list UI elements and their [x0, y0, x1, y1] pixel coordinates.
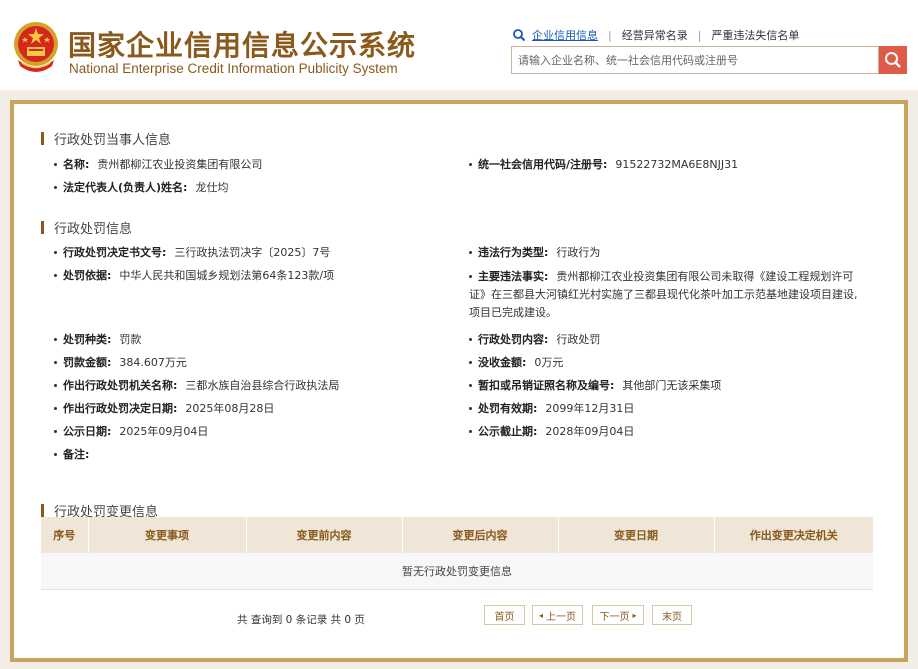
site-header: 国家企业信用信息公示系统 National Enterprise Credit … [0, 0, 918, 90]
nav-blacklist[interactable]: 严重违法失信名单 [711, 27, 799, 43]
field-label: 法定代表人(负责人)姓名: [63, 181, 188, 194]
nav-divider: | [697, 28, 702, 42]
field-label: 违法行为类型: [478, 246, 549, 259]
chevron-left-icon: ◂ [538, 610, 543, 620]
field-legal-rep: 法定代表人(负责人)姓名: 龙仕均 [54, 180, 228, 196]
column-header: 变更后内容 [402, 517, 559, 553]
field-value: 贵州都柳江农业投资集团有限公司 [97, 158, 263, 171]
nav-enterprise-credit[interactable]: 企业信用信息 [532, 27, 598, 43]
field-label: 作出行政处罚机关名称: [63, 379, 178, 392]
field-label: 处罚依据: [63, 269, 112, 282]
field-decision-date: 作出行政处罚决定日期: 2025年08月28日 [54, 401, 274, 417]
field-value: 中华人民共和国城乡规划法第64条123款/项 [119, 269, 335, 282]
field-label: 行政处罚决定书文号: [63, 246, 167, 259]
site-subtitle: National Enterprise Credit Information P… [69, 61, 398, 76]
section-party-title: 行政处罚当事人信息 [41, 129, 171, 148]
field-penalty-basis: 处罚依据: 中华人民共和国城乡规划法第64条123款/项 [54, 268, 334, 284]
field-violation-type: 违法行为类型: 行政行为 [469, 245, 600, 261]
last-page-button[interactable]: 末页 [652, 605, 692, 625]
field-value: 0万元 [534, 356, 564, 369]
field-label: 名称: [63, 158, 90, 171]
column-header: 作出变更决定机关 [714, 517, 873, 553]
field-label: 公示日期: [63, 425, 112, 438]
field-fine-amount: 罚款金额: 384.607万元 [54, 355, 187, 371]
prev-page-label: 上一页 [546, 611, 576, 623]
section-title-text: 行政处罚信息 [54, 222, 133, 237]
search-input[interactable] [511, 46, 879, 74]
next-page-label: 下一页 [599, 611, 630, 623]
field-value: 2028年09月04日 [545, 425, 635, 438]
column-header: 序号 [41, 517, 89, 553]
field-value: 三都水族自治县综合行政执法局 [185, 379, 340, 392]
field-label: 暂扣或吊销证照名称及编号: [478, 379, 615, 392]
search-icon [513, 29, 526, 42]
nav-divider: | [608, 28, 612, 42]
site-title: 国家企业信用信息公示系统 [68, 29, 417, 62]
field-value: 384.607万元 [119, 356, 187, 369]
field-penalty-content: 行政处罚内容: 行政处罚 [469, 332, 600, 348]
pager-info: 共 查询到 0 条记录 共 0 页 [237, 614, 365, 626]
table-row: 暂无行政处罚变更信息 [41, 553, 873, 590]
field-value: 行政处罚 [556, 333, 601, 346]
field-label: 公示截止期: [478, 425, 538, 438]
field-label: 处罚有效期: [478, 402, 538, 415]
field-credit-code: 统一社会信用代码/注册号: 91522732MA6E8NJJ31 [469, 157, 738, 173]
section-bar [41, 132, 44, 145]
field-value: 龙仕均 [195, 181, 229, 194]
field-label: 主要违法事实: [478, 270, 549, 283]
field-value: 2025年08月28日 [185, 402, 275, 415]
field-license-suspension: 暂扣或吊销证照名称及编号: 其他部门无该采集项 [469, 378, 721, 394]
prev-page-button[interactable]: ◂ 上一页 [532, 605, 583, 625]
chevron-right-icon: ▸ [632, 610, 637, 620]
field-publication-date: 公示日期: 2025年09月04日 [54, 424, 208, 440]
next-page-button[interactable]: 下一页 ▸ [592, 605, 644, 625]
field-label: 备注: [63, 448, 90, 461]
field-label: 没收金额: [478, 356, 527, 369]
field-main-facts: 主要违法事实: 贵州都柳江农业投资集团有限公司未取得《建设工程规划许可证》在三都县… [469, 268, 861, 322]
field-remark: 备注: [54, 447, 89, 463]
field-authority: 作出行政处罚机关名称: 三都水族自治县综合行政执法局 [54, 378, 339, 394]
empty-message: 暂无行政处罚变更信息 [41, 553, 873, 590]
search-icon [885, 52, 901, 68]
column-header: 变更事项 [88, 517, 247, 553]
column-header: 变更前内容 [246, 517, 403, 553]
table-header-row: 序号 变更事项 变更前内容 变更后内容 变更日期 作出变更决定机关 [41, 517, 873, 553]
field-label: 统一社会信用代码/注册号: [478, 158, 608, 171]
changes-table: 序号 变更事项 变更前内容 变更后内容 变更日期 作出变更决定机关 暂无行政处罚… [41, 517, 873, 590]
search-button[interactable] [879, 46, 907, 74]
field-label: 作出行政处罚决定日期: [63, 402, 178, 415]
field-value: 罚款 [119, 333, 142, 346]
first-page-button[interactable]: 首页 [484, 605, 525, 625]
field-label: 行政处罚内容: [478, 333, 549, 346]
section-bar [41, 221, 44, 234]
field-label: 处罚种类: [63, 333, 112, 346]
section-bar [41, 504, 44, 517]
field-value: 91522732MA6E8NJJ31 [615, 158, 739, 171]
field-penalty-kind: 处罚种类: 罚款 [54, 332, 141, 348]
field-doc-number: 行政处罚决定书文号: 三行政执法罚决字〔2025〕7号 [54, 245, 330, 261]
nav-abnormal-list[interactable]: 经营异常名录 [622, 27, 688, 43]
content-frame: 行政处罚当事人信息 名称: 贵州都柳江农业投资集团有限公司 统一社会信用代码/注册… [10, 100, 908, 662]
field-publication-end: 公示截止期: 2028年09月04日 [469, 424, 634, 440]
field-value: 2099年12月31日 [545, 402, 635, 415]
field-value: 其他部门无该采集项 [622, 379, 722, 392]
field-name: 名称: 贵州都柳江农业投资集团有限公司 [54, 157, 262, 173]
field-value: 2025年09月04日 [119, 425, 209, 438]
field-valid-until: 处罚有效期: 2099年12月31日 [469, 401, 634, 417]
field-confiscation-amount: 没收金额: 0万元 [469, 355, 563, 371]
column-header: 变更日期 [558, 517, 715, 553]
field-value: 行政行为 [556, 246, 601, 259]
national-emblem-icon [14, 22, 58, 72]
field-label: 罚款金额: [63, 356, 112, 369]
section-penalty-title: 行政处罚信息 [41, 218, 132, 237]
field-value: 三行政执法罚决字〔2025〕7号 [174, 246, 331, 259]
section-title-text: 行政处罚当事人信息 [54, 133, 172, 148]
top-nav: 企业信用信息 | 经营异常名录 | 严重违法失信名单 [512, 27, 799, 43]
